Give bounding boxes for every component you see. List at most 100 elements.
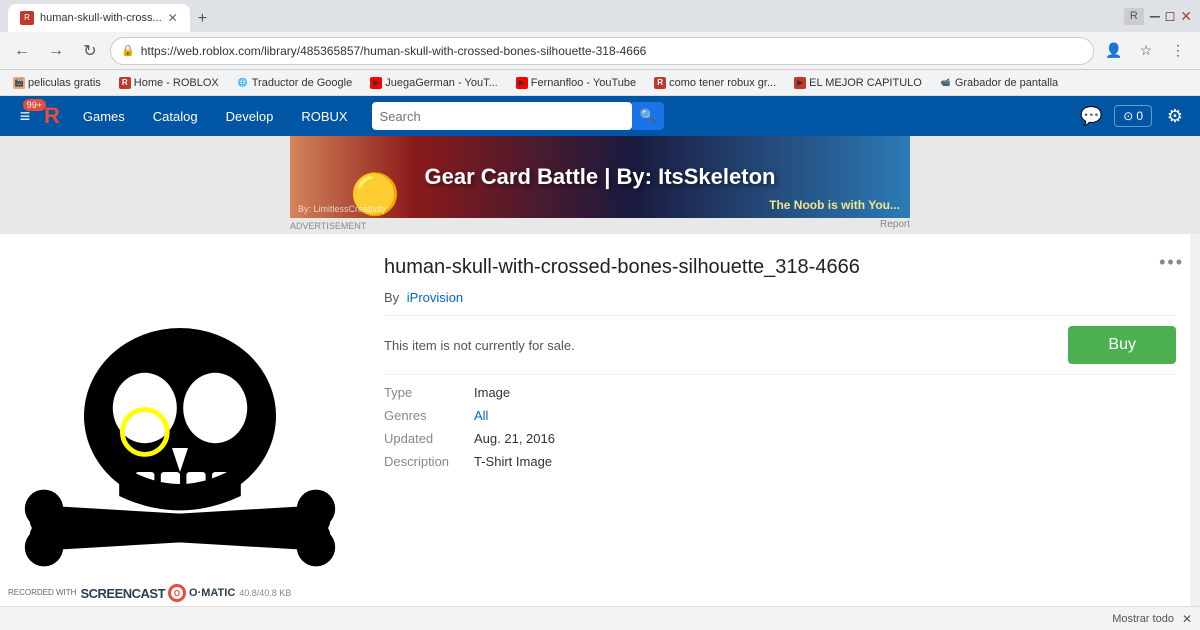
sc-size: 40.8/40.8 KB — [239, 588, 291, 598]
nav-right-controls: 💬 ⊙ 0 ⚙ — [1076, 101, 1190, 131]
nav-develop-link[interactable]: Develop — [214, 105, 286, 128]
item-details: Type Image Genres All Updated Aug. 21, 2… — [384, 385, 1176, 469]
item-title: human-skull-with-crossed-bones-silhouett… — [384, 254, 1176, 280]
bookmark-mejor[interactable]: ▶ EL MEJOR CAPITULO — [789, 75, 927, 91]
bookmark-google[interactable]: 🌐 Traductor de Google — [232, 75, 357, 91]
forward-button[interactable]: → — [42, 37, 70, 65]
buy-button[interactable]: Buy — [1068, 326, 1176, 364]
settings-icon[interactable]: ⚙ — [1160, 101, 1190, 131]
bookmark-label: JuegaGerman - YouT... — [385, 77, 498, 89]
robux-count: 0 — [1136, 109, 1143, 123]
ad-credits: By: LimitlessCreativity — [298, 204, 386, 214]
bookmark-favicon: ▶ — [370, 77, 382, 89]
browser-toolbar: ← → ↻ 🔒 https://web.roblox.com/library/4… — [0, 32, 1200, 70]
chat-icon[interactable]: 💬 — [1076, 101, 1106, 131]
robux-icon: ⊙ — [1123, 109, 1133, 123]
bookmark-favicon: 🌐 — [237, 77, 249, 89]
mostrar-todo-link[interactable]: Mostrar todo — [1112, 613, 1174, 625]
bookmark-label: Fernanfloo - YouTube — [531, 77, 636, 89]
robux-button[interactable]: ⊙ 0 — [1114, 105, 1152, 127]
bookmark-favicon: 📹 — [940, 77, 952, 89]
bookmark-fernanfloo[interactable]: ▶ Fernanfloo - YouTube — [511, 75, 641, 91]
bookmark-favicon: 🎬 — [13, 77, 25, 89]
updated-label: Updated — [384, 431, 474, 446]
bookmark-favicon: ▶ — [516, 77, 528, 89]
ad-content: Gear Card Battle | By: ItsSkeleton — [425, 164, 776, 190]
bookmarks-bar: 🎬 peliculas gratis R Home - ROBLOX 🌐 Tra… — [0, 70, 1200, 96]
security-icon: 🔒 — [121, 44, 135, 57]
scroll-track[interactable] — [1190, 234, 1200, 630]
sc-matic: O·MATIC — [189, 587, 235, 599]
ad-banner: 🟡 Gear Card Battle | By: ItsSkeleton The… — [290, 136, 910, 218]
bottom-close-button[interactable]: ✕ — [1182, 612, 1192, 626]
window-controls: R ─ □ ✕ — [1124, 8, 1192, 25]
search-input[interactable] — [372, 102, 632, 130]
more-options-icon[interactable]: ⋮ — [1164, 37, 1192, 65]
bookmark-label: como tener robux gr... — [669, 77, 776, 89]
active-tab[interactable]: R human-skull-with-cross... ✕ — [8, 4, 190, 32]
ad-report-link[interactable]: Report — [880, 219, 910, 233]
bookmark-label: Home - ROBLOX — [134, 77, 219, 89]
content-wrapper: human-skull-with-crossed-bones-silhouett… — [0, 234, 1200, 630]
screencast-badge: RECORDED WITH SCREENCAST O O·MATIC 40.8/… — [0, 580, 299, 606]
hamburger-wrapper: ≡ 99+ — [10, 101, 40, 131]
item-area: human-skull-with-crossed-bones-silhouett… — [0, 234, 1200, 630]
close-window-button[interactable]: ✕ — [1180, 8, 1192, 25]
bookmark-peliculas[interactable]: 🎬 peliculas gratis — [8, 75, 106, 91]
bookmark-favicon: R — [654, 77, 666, 89]
bookmark-robux[interactable]: R como tener robux gr... — [649, 75, 781, 91]
recorded-with-label: RECORDED WITH — [8, 589, 76, 597]
minimize-button[interactable]: ─ — [1150, 8, 1160, 25]
item-author: By iProvision — [384, 290, 1176, 305]
bookmark-favicon: ▶ — [794, 77, 806, 89]
more-options-button[interactable]: ••• — [1159, 252, 1184, 273]
roblox-logo: R — [44, 103, 59, 129]
bottom-right: Mostrar todo ✕ — [1112, 612, 1192, 626]
star-icon[interactable]: ☆ — [1132, 37, 1160, 65]
notification-badge: 99+ — [23, 99, 46, 111]
tab-title: human-skull-with-cross... — [40, 12, 162, 24]
nav-games-link[interactable]: Games — [71, 105, 137, 128]
sc-circle-icon: O — [168, 584, 186, 602]
ad-wrapper: 🟡 Gear Card Battle | By: ItsSkeleton The… — [0, 136, 1200, 234]
sc-logo-row: SCREENCAST O O·MATIC — [80, 584, 235, 602]
toolbar-right: 👤 ☆ ⋮ — [1100, 37, 1192, 65]
sale-notice-text: This item is not currently for sale. — [384, 338, 575, 353]
bookmark-roblox[interactable]: R Home - ROBLOX — [114, 75, 224, 91]
genres-label: Genres — [384, 408, 474, 423]
nav-robux-link[interactable]: ROBUX — [289, 105, 359, 128]
profile-icon[interactable]: 👤 — [1100, 37, 1128, 65]
nav-catalog-link[interactable]: Catalog — [141, 105, 210, 128]
genres-value[interactable]: All — [474, 408, 1176, 423]
page-content: 🟡 Gear Card Battle | By: ItsSkeleton The… — [0, 136, 1200, 630]
ad-subtitle: The Noob is with You... — [769, 198, 900, 212]
browser-titlebar: R human-skull-with-cross... ✕ + R ─ □ ✕ — [0, 0, 1200, 32]
address-bar[interactable]: 🔒 https://web.roblox.com/library/4853658… — [110, 37, 1094, 65]
description-label: Description — [384, 454, 474, 469]
ad-label: ADVERTISEMENT — [290, 219, 366, 233]
skull-image — [20, 272, 340, 592]
item-sale-notice: This item is not currently for sale. Buy — [384, 315, 1176, 375]
roblox-navbar: ≡ 99+ R Games Catalog Develop ROBUX 🔍 💬 … — [0, 96, 1200, 136]
bookmark-juegagerman[interactable]: ▶ JuegaGerman - YouT... — [365, 75, 503, 91]
bookmark-roblox-favicon: R — [119, 77, 131, 89]
bookmark-label: Grabador de pantalla — [955, 77, 1058, 89]
refresh-button[interactable]: ↻ — [76, 37, 104, 65]
item-image-panel — [0, 234, 360, 630]
bookmark-label: EL MEJOR CAPITULO — [809, 77, 922, 89]
bookmark-label: Traductor de Google — [252, 77, 352, 89]
author-link[interactable]: iProvision — [407, 290, 463, 305]
back-button[interactable]: ← — [8, 37, 36, 65]
type-value: Image — [474, 385, 1176, 400]
bookmark-label: peliculas gratis — [28, 77, 101, 89]
ad-main-text: Gear Card Battle | By: ItsSkeleton — [425, 164, 776, 190]
bookmark-grabador[interactable]: 📹 Grabador de pantalla — [935, 75, 1063, 91]
maximize-button[interactable]: □ — [1166, 8, 1174, 25]
type-label: Type — [384, 385, 474, 400]
tab-close-button[interactable]: ✕ — [168, 11, 178, 25]
window-ddd[interactable]: R — [1124, 8, 1144, 25]
new-tab-button[interactable]: + — [190, 6, 215, 32]
ad-meta: ADVERTISEMENT Report — [290, 218, 910, 234]
screencast-logo: SCREENCAST — [80, 586, 165, 601]
search-button[interactable]: 🔍 — [632, 102, 664, 130]
